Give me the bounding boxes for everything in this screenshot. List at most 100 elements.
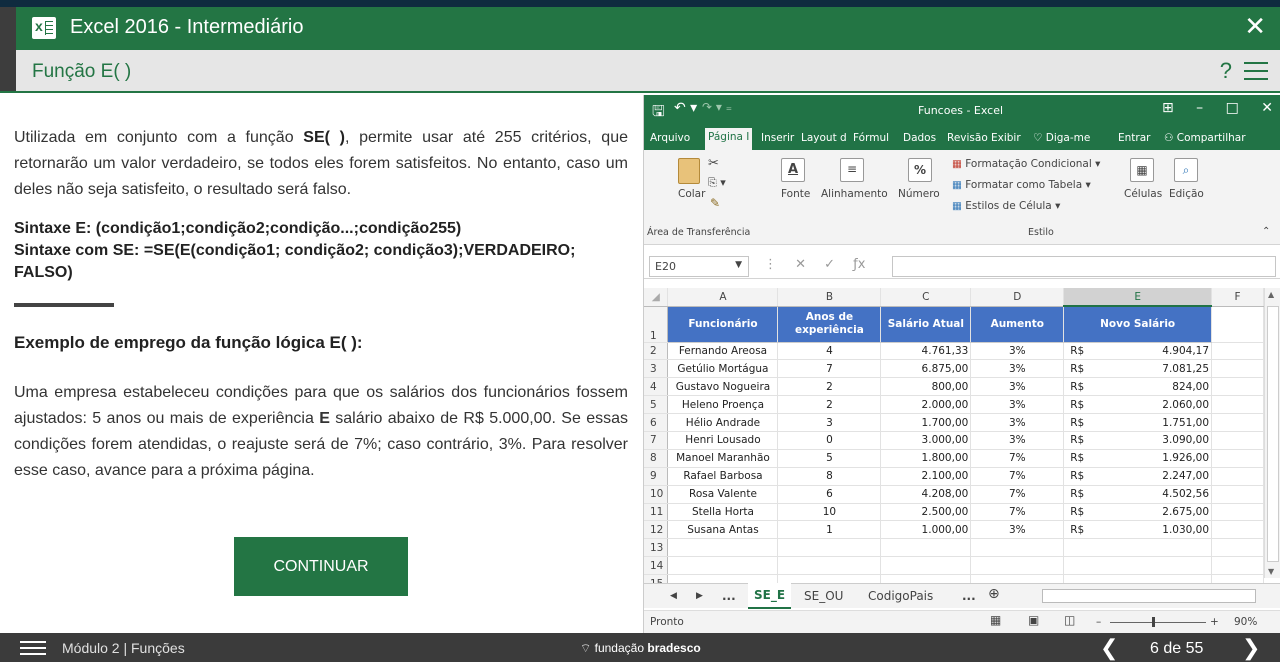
prev-sheet-icon[interactable]: ◀ (670, 591, 677, 601)
cell-anos[interactable]: 0 (777, 431, 882, 450)
conditional-format-button[interactable]: ▦ Formatação Condicional ▾ (952, 158, 1100, 170)
cell-funcionario[interactable]: Rosa Valente (667, 485, 779, 504)
cell-anos[interactable]: 2 (777, 377, 882, 397)
empty-cell[interactable] (1211, 467, 1264, 486)
cell-aumento[interactable]: 7% (970, 449, 1065, 468)
editing-label[interactable]: Edição (1169, 188, 1204, 200)
empty-cell[interactable] (1063, 556, 1213, 576)
header-funcionario[interactable]: Funcionário (667, 306, 779, 343)
empty-cell[interactable] (1211, 538, 1264, 558)
cell-aumento[interactable]: 7% (970, 503, 1065, 522)
cell-funcionario[interactable]: Stella Horta (667, 503, 779, 522)
tab-diga-me[interactable]: ♡ Diga-me (1033, 132, 1090, 144)
cell-novo-salario[interactable]: R$ 3.090,00 (1063, 431, 1213, 450)
row-header[interactable]: 1 (644, 306, 669, 343)
empty-cell[interactable] (1211, 377, 1264, 397)
add-sheet-icon[interactable]: ⊕ (988, 586, 1000, 602)
format-painter-icon[interactable]: ✎ (710, 196, 720, 210)
tab-pagina-inicial[interactable]: Página I (705, 128, 753, 150)
cell-anos[interactable]: 3 (777, 413, 882, 432)
cell-anos[interactable]: 2 (777, 395, 882, 415)
row-header[interactable]: 3 (644, 359, 669, 379)
cell-salario[interactable]: 1.000,00 (880, 520, 972, 540)
row-header[interactable]: 4 (644, 377, 669, 397)
empty-cell[interactable] (777, 538, 882, 558)
tab-exibir[interactable]: Exibir (991, 132, 1021, 144)
formula-input[interactable] (892, 256, 1276, 277)
cell-aumento[interactable]: 3% (970, 413, 1065, 432)
cell-funcionario[interactable]: Hélio Andrade (667, 413, 779, 432)
empty-cell[interactable] (1211, 485, 1264, 504)
paste-label[interactable]: Colar (678, 188, 705, 200)
row-header[interactable]: 8 (644, 449, 669, 468)
cell-salario[interactable]: 2.000,00 (880, 395, 972, 415)
select-all[interactable]: ◢ (644, 288, 669, 307)
cell-salario[interactable]: 2.500,00 (880, 503, 972, 522)
cell-novo-salario[interactable]: R$ 7.081,25 (1063, 359, 1213, 379)
cell-funcionario[interactable]: Rafael Barbosa (667, 467, 779, 486)
cell-anos[interactable]: 1 (777, 520, 882, 540)
module-label[interactable]: Módulo 2 | Funções (62, 640, 185, 656)
paste-icon[interactable] (678, 158, 700, 184)
cell-aumento[interactable]: 7% (970, 485, 1065, 504)
number-label[interactable]: Número (898, 188, 940, 200)
empty-cell[interactable] (1211, 395, 1264, 415)
empty-cell[interactable] (1211, 359, 1264, 379)
scroll-thumb[interactable] (1267, 306, 1279, 562)
horizontal-scrollbar[interactable] (1042, 589, 1256, 603)
close-icon[interactable]: ✕ (1244, 13, 1266, 39)
cell-funcionario[interactable]: Getúlio Mortágua (667, 359, 779, 379)
share-button[interactable]: ⚇ Compartilhar (1164, 132, 1246, 144)
zoom-out-icon[interactable]: – (1096, 616, 1101, 628)
cell-salario[interactable]: 2.100,00 (880, 467, 972, 486)
cell-funcionario[interactable]: Manoel Maranhão (667, 449, 779, 468)
help-icon[interactable]: ? (1220, 58, 1232, 84)
row-header[interactable]: 7 (644, 431, 669, 450)
format-table-button[interactable]: ▦ Formatar como Tabela ▾ (952, 179, 1091, 191)
empty-cell[interactable] (970, 556, 1065, 576)
header-aumento[interactable]: Aumento (970, 306, 1065, 343)
continue-button[interactable]: CONTINUAR (234, 537, 408, 596)
cell-salario[interactable]: 4.208,00 (880, 485, 972, 504)
cell-aumento[interactable]: 7% (970, 467, 1065, 486)
column-header[interactable]: C (880, 288, 972, 307)
cell-funcionario[interactable]: Gustavo Nogueira (667, 377, 779, 397)
row-header[interactable]: 12 (644, 520, 669, 540)
prev-page-icon[interactable]: ❮ (1100, 635, 1118, 661)
tab-arquivo[interactable]: Arquivo (650, 132, 690, 144)
row-header[interactable]: 6 (644, 413, 669, 432)
cells-icon[interactable]: ▦ (1130, 158, 1154, 182)
cell-funcionario[interactable]: Susana Antas (667, 520, 779, 540)
cell-anos[interactable]: 10 (777, 503, 882, 522)
tab-inserir[interactable]: Inserir (761, 132, 794, 144)
cell-funcionario[interactable]: Henri Lousado (667, 431, 779, 450)
name-box[interactable]: E20 ▼ (649, 256, 749, 277)
row-header[interactable]: 13 (644, 538, 669, 558)
page-break-icon[interactable]: ◫ (1064, 613, 1075, 627)
empty-cell[interactable] (970, 538, 1065, 558)
scroll-up-icon[interactable]: ▲ (1268, 290, 1274, 299)
cell-aumento[interactable]: 3% (970, 520, 1065, 540)
zoom-in-icon[interactable]: + (1210, 616, 1219, 628)
empty-cell[interactable] (1063, 538, 1213, 558)
cell-salario[interactable]: 3.000,00 (880, 431, 972, 450)
column-header[interactable]: F (1211, 288, 1264, 307)
redo-icon[interactable]: ↷ ▾ ₌ (702, 100, 732, 114)
empty-cell[interactable] (880, 538, 972, 558)
sheet-tab-se-e[interactable]: SE_E (748, 583, 792, 609)
font-icon[interactable]: A (781, 158, 805, 182)
cut-icon[interactable]: ✂ (708, 156, 719, 171)
row-header[interactable]: 10 (644, 485, 669, 504)
empty-cell[interactable] (777, 556, 882, 576)
cell-aumento[interactable]: 3% (970, 395, 1065, 415)
sheet-tab-se-ou[interactable]: SE_OU (804, 589, 843, 603)
tab-entrar[interactable]: Entrar (1118, 132, 1150, 144)
empty-cell[interactable] (1211, 556, 1264, 576)
next-page-icon[interactable]: ❯ (1242, 635, 1260, 661)
cell-salario[interactable]: 800,00 (880, 377, 972, 397)
header-novo-salario[interactable]: Novo Salário (1063, 306, 1213, 343)
cell-anos[interactable]: 8 (777, 467, 882, 486)
copy-icon[interactable]: ⎘ ▾ (708, 176, 726, 190)
list-icon[interactable] (20, 641, 46, 655)
empty-cell[interactable] (1211, 342, 1264, 361)
